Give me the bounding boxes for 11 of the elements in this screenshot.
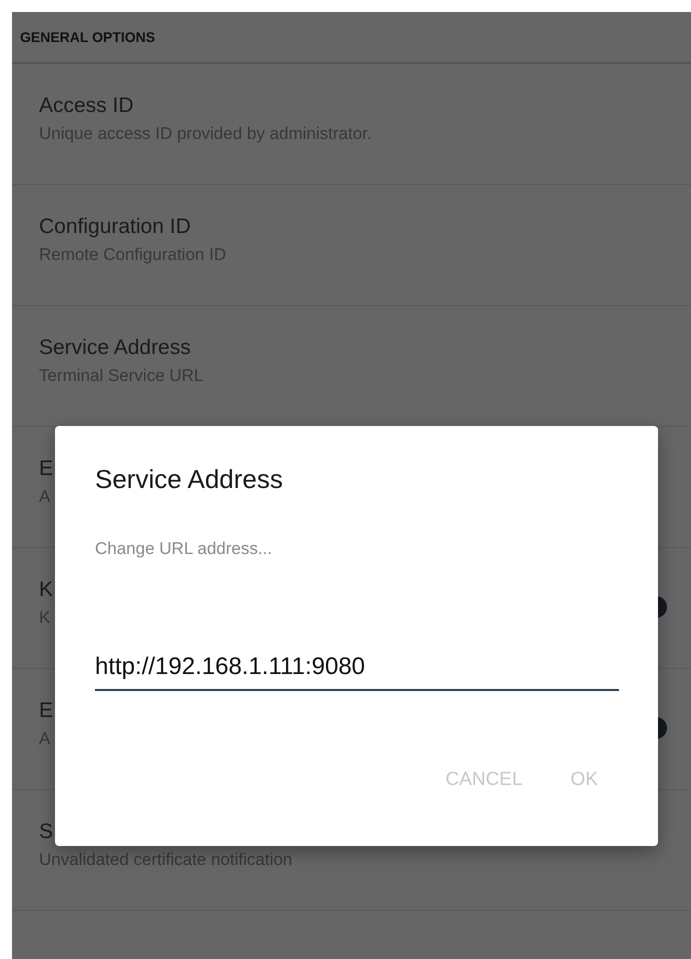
setting-title: Configuration ID [39,215,191,239]
dialog-message: Change URL address... [95,539,272,559]
setting-title: E [39,457,54,481]
setting-title: S [39,820,54,844]
dialog-title: Service Address [95,464,283,495]
section-header: GENERAL OPTIONS [20,29,156,45]
setting-title: Service Address [39,336,191,360]
setting-title: Access ID [39,94,134,118]
url-input-field[interactable]: http://192.168.1.111:9080 [95,653,619,691]
setting-title: E [39,699,54,723]
setting-title: K [39,578,54,602]
